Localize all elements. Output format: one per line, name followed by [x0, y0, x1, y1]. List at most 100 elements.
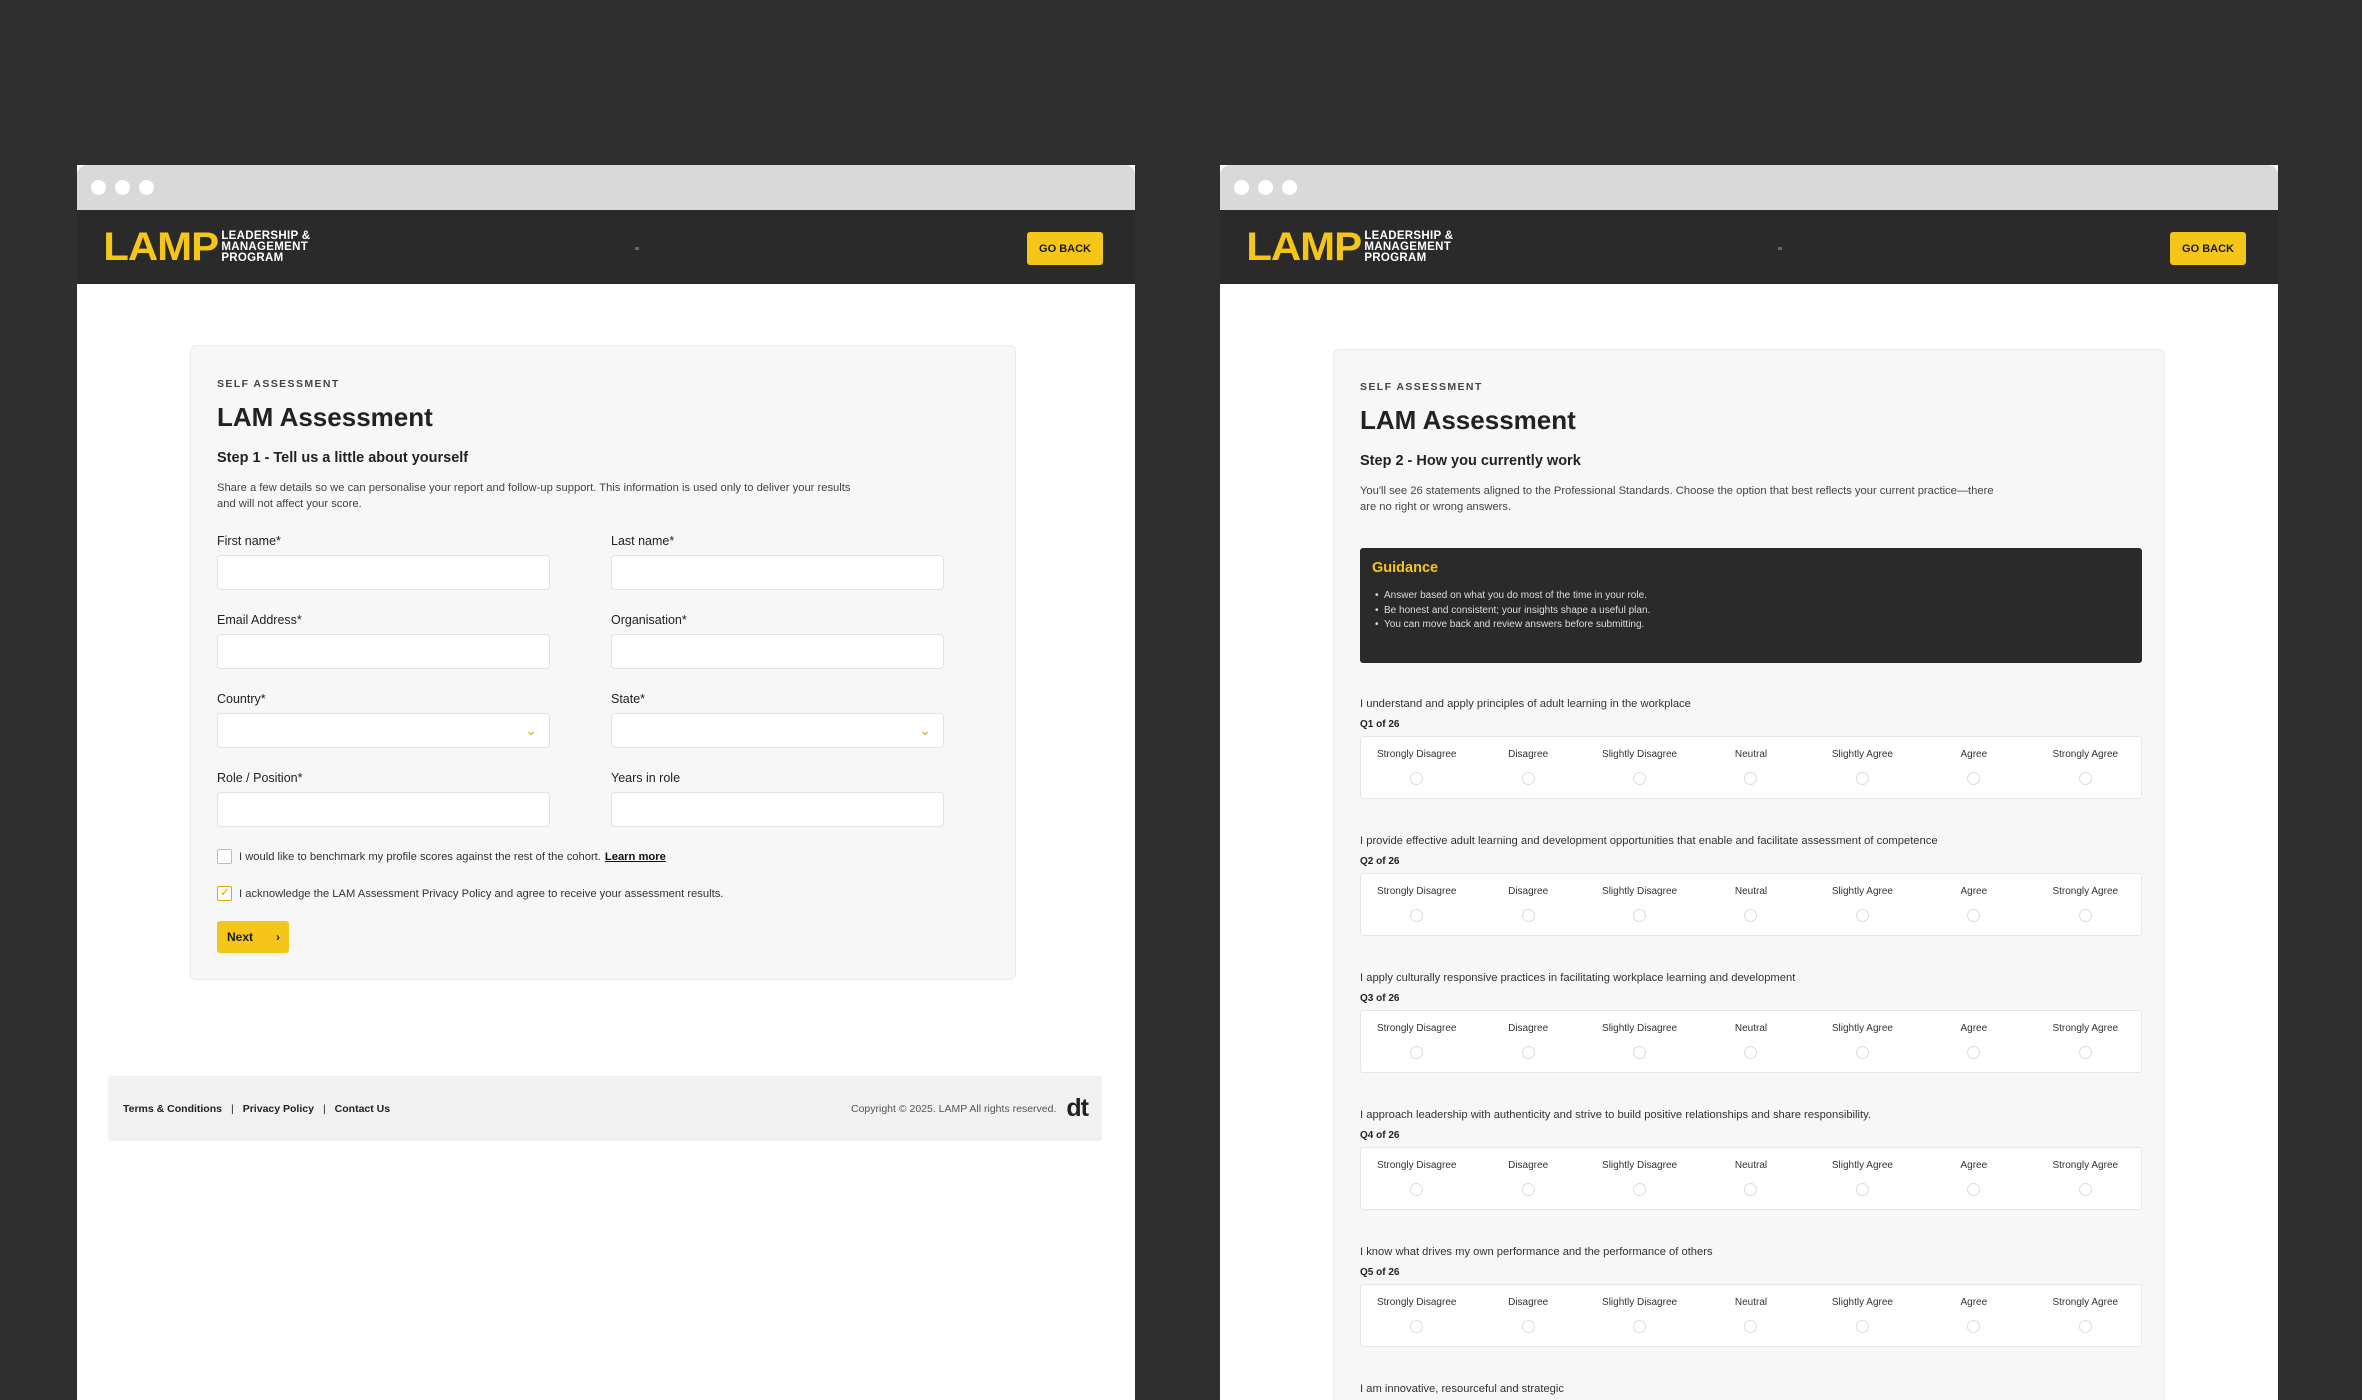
footer-links: Terms & Conditions | Privacy Policy | Co… — [123, 1103, 390, 1115]
go-back-button[interactable]: GO BACK — [1027, 232, 1103, 265]
state-select[interactable]: ⌄ — [611, 713, 944, 748]
radio-button[interactable] — [1744, 1320, 1758, 1333]
likert-option[interactable]: Slightly Disagree — [1584, 1160, 1695, 1209]
benchmark-checkbox[interactable] — [217, 849, 232, 864]
radio-button[interactable] — [2078, 1183, 2092, 1196]
likert-option[interactable]: Agree — [1918, 749, 2029, 798]
radio-button[interactable] — [1521, 1046, 1535, 1059]
likert-option[interactable]: Agree — [1918, 1297, 2029, 1346]
radio-button[interactable] — [1967, 1046, 1981, 1059]
learn-more-link[interactable]: Learn more — [605, 851, 666, 863]
radio-button[interactable] — [1521, 909, 1535, 922]
likert-option[interactable]: Agree — [1918, 886, 2029, 935]
likert-option[interactable]: Slightly Disagree — [1584, 1297, 1695, 1346]
terms-link[interactable]: Terms & Conditions — [123, 1103, 222, 1115]
likert-option[interactable]: Neutral — [1695, 749, 1806, 798]
likert-option[interactable]: Slightly Agree — [1807, 1297, 1918, 1346]
likert-option[interactable]: Slightly Disagree — [1584, 749, 1695, 798]
likert-option-label: Slightly Disagree — [1602, 749, 1678, 760]
likert-option-label: Agree — [1960, 749, 1988, 760]
likert-option[interactable]: Neutral — [1695, 1023, 1806, 1072]
likert-option-label: Strongly Disagree — [1376, 886, 1457, 897]
lamp-logo[interactable]: LAMP LEADERSHIP & MANAGEMENT PROGRAM — [103, 227, 310, 267]
likert-option[interactable]: Disagree — [1472, 1023, 1583, 1072]
radio-button[interactable] — [1633, 772, 1647, 785]
role-input[interactable] — [217, 792, 550, 827]
privacy-policy-link[interactable]: Privacy Policy — [243, 1103, 314, 1115]
question-text: I know what drives my own performance an… — [1360, 1246, 1713, 1258]
radio-button[interactable] — [1410, 1046, 1424, 1059]
organisation-input[interactable] — [611, 634, 944, 669]
likert-option[interactable]: Agree — [1918, 1160, 2029, 1209]
years-label: Years in role — [611, 771, 681, 785]
likert-option[interactable]: Disagree — [1472, 749, 1583, 798]
likert-option[interactable]: Slightly Agree — [1807, 1023, 1918, 1072]
go-back-button[interactable]: GO BACK — [2170, 232, 2246, 265]
likert-option-label: Neutral — [1734, 749, 1768, 760]
radio-button[interactable] — [1521, 1183, 1535, 1196]
radio-button[interactable] — [1410, 772, 1424, 785]
radio-button[interactable] — [1633, 909, 1647, 922]
radio-button[interactable] — [1521, 1320, 1535, 1333]
years-input[interactable] — [611, 792, 944, 827]
radio-button[interactable] — [1855, 1320, 1869, 1333]
likert-option[interactable]: Slightly Agree — [1807, 749, 1918, 798]
radio-button[interactable] — [1410, 1320, 1424, 1333]
radio-button[interactable] — [1744, 772, 1758, 785]
radio-button[interactable] — [1967, 1183, 1981, 1196]
likert-option[interactable]: Strongly Agree — [2030, 1297, 2141, 1346]
radio-button[interactable] — [1967, 1320, 1981, 1333]
likert-option[interactable]: Neutral — [1695, 1297, 1806, 1346]
radio-button[interactable] — [2078, 909, 2092, 922]
country-select[interactable]: ⌄ — [217, 713, 550, 748]
radio-button[interactable] — [1855, 909, 1869, 922]
likert-option[interactable]: Strongly Disagree — [1361, 1297, 1472, 1346]
footer-separator: | — [230, 1102, 234, 1115]
likert-option[interactable]: Strongly Agree — [2030, 886, 2141, 935]
likert-option[interactable]: Agree — [1918, 1023, 2029, 1072]
radio-button[interactable] — [1633, 1183, 1647, 1196]
radio-button[interactable] — [2078, 1320, 2092, 1333]
question-text: I understand and apply principles of adu… — [1360, 698, 1691, 710]
likert-option[interactable]: Slightly Agree — [1807, 886, 1918, 935]
email-input[interactable] — [217, 634, 550, 669]
radio-button[interactable] — [1633, 1320, 1647, 1333]
likert-option[interactable]: Strongly Agree — [2030, 1023, 2141, 1072]
likert-option[interactable]: Slightly Disagree — [1584, 1023, 1695, 1072]
likert-option[interactable]: Neutral — [1695, 1160, 1806, 1209]
radio-button[interactable] — [1855, 1046, 1869, 1059]
radio-button[interactable] — [1744, 1183, 1758, 1196]
radio-button[interactable] — [2078, 1046, 2092, 1059]
likert-option[interactable]: Slightly Agree — [1807, 1160, 1918, 1209]
likert-option[interactable]: Slightly Disagree — [1584, 886, 1695, 935]
radio-button[interactable] — [1744, 1046, 1758, 1059]
radio-button[interactable] — [1855, 1183, 1869, 1196]
next-button[interactable]: Next › — [217, 921, 289, 953]
likert-option[interactable]: Strongly Disagree — [1361, 1023, 1472, 1072]
radio-button[interactable] — [1744, 909, 1758, 922]
contact-link[interactable]: Contact Us — [335, 1103, 390, 1115]
radio-button[interactable] — [2078, 772, 2092, 785]
likert-option[interactable]: Strongly Agree — [2030, 1160, 2141, 1209]
first-name-label: First name* — [217, 534, 281, 548]
radio-button[interactable] — [1410, 1183, 1424, 1196]
likert-option[interactable]: Strongly Disagree — [1361, 1160, 1472, 1209]
radio-button[interactable] — [1855, 772, 1869, 785]
likert-option[interactable]: Strongly Agree — [2030, 749, 2141, 798]
radio-button[interactable] — [1967, 909, 1981, 922]
likert-option[interactable]: Disagree — [1472, 1297, 1583, 1346]
privacy-checkbox[interactable] — [217, 885, 232, 901]
likert-option[interactable]: Disagree — [1472, 1160, 1583, 1209]
likert-option[interactable]: Strongly Disagree — [1361, 749, 1472, 798]
likert-option[interactable]: Disagree — [1472, 886, 1583, 935]
dt-logo[interactable]: dt — [1066, 1094, 1089, 1123]
first-name-input[interactable] — [217, 555, 550, 590]
radio-button[interactable] — [1410, 909, 1424, 922]
likert-option[interactable]: Neutral — [1695, 886, 1806, 935]
radio-button[interactable] — [1967, 772, 1981, 785]
likert-option[interactable]: Strongly Disagree — [1361, 886, 1472, 935]
last-name-input[interactable] — [611, 555, 944, 590]
radio-button[interactable] — [1633, 1046, 1647, 1059]
lamp-logo[interactable]: LAMP LEADERSHIP & MANAGEMENT PROGRAM — [1246, 227, 1453, 267]
radio-button[interactable] — [1521, 772, 1535, 785]
